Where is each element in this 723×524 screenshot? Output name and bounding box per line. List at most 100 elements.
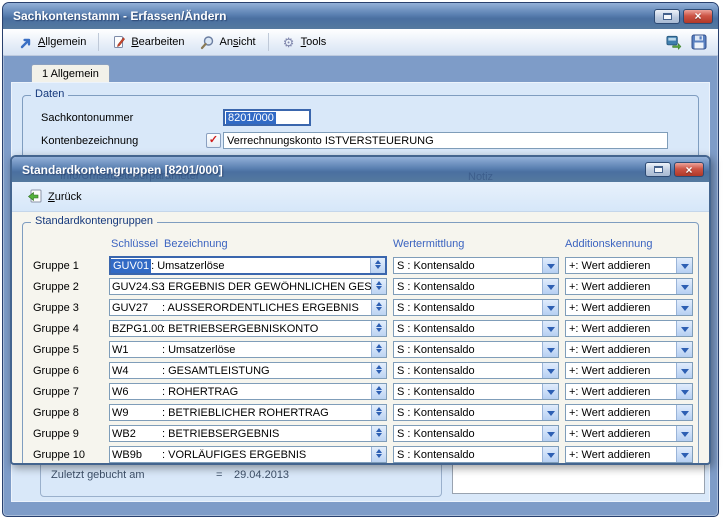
wertermittlung-dropdown[interactable]: S : Kontensaldo	[393, 278, 559, 295]
wertermittlung-dropdown[interactable]: S : Kontensaldo	[393, 362, 559, 379]
schluessel-bezeichnung-field[interactable]: W6 : ROHERTRAG	[109, 383, 387, 400]
additionskennung-dropdown[interactable]: +: Wert addieren	[565, 425, 693, 442]
dropdown-button[interactable]	[676, 426, 692, 441]
dropdown-button[interactable]	[676, 300, 692, 315]
schluessel-bezeichnung-field[interactable]: GUV24.S3 : ERGEBNIS DER GEWÖHNLICHEN GES	[109, 278, 387, 295]
modal-body: Standardkontengruppen Schlüssel Bezeichn…	[12, 212, 709, 465]
spinner-button[interactable]	[371, 342, 386, 357]
spinner-button[interactable]	[371, 363, 386, 378]
spinner-down-icon	[376, 454, 382, 461]
bezeichnung-value: : VORLÄUFIGES ERGEBNIS	[162, 449, 371, 461]
menu-item-ansicht[interactable]: Ansicht	[193, 32, 263, 52]
kontenbezeichnung-input[interactable]: Verrechnungskonto ISTVERSTEUERUNG	[223, 132, 668, 149]
wertermittlung-dropdown[interactable]: S : Kontensaldo	[393, 320, 559, 337]
menu-separator	[98, 33, 99, 51]
dropdown-button[interactable]	[676, 384, 692, 399]
dropdown-button[interactable]	[542, 321, 558, 336]
additionskennung-dropdown[interactable]: +: Wert addieren	[565, 446, 693, 463]
schluessel-bezeichnung-field[interactable]: W4 : GESAMTLEISTUNG	[109, 362, 387, 379]
main-titlebar[interactable]: Sachkontenstamm - Erfassen/Ändern ×	[3, 3, 718, 29]
dropdown-button[interactable]	[542, 300, 558, 315]
modal-restore-button[interactable]	[645, 162, 671, 177]
tab-allgemein[interactable]: 1 Allgemein	[31, 64, 110, 82]
dropdown-button[interactable]	[542, 279, 558, 294]
red-check-button[interactable]: ✓	[206, 133, 221, 148]
chevron-down-icon	[681, 411, 689, 420]
schluessel-bezeichnung-field[interactable]: W9 : BETRIEBLICHER ROHERTRAG	[109, 404, 387, 421]
bezeichnung-value: : Umsatzerlöse	[162, 344, 371, 356]
dropdown-button[interactable]	[676, 447, 692, 462]
additionskennung-dropdown[interactable]: +: Wert addieren	[565, 299, 693, 316]
zuletzt-gebucht-row: Zuletzt gebucht am = 29.04.2013	[51, 469, 433, 481]
schluessel-bezeichnung-field[interactable]: WB9b : VORLÄUFIGES ERGEBNIS	[109, 446, 387, 463]
sachkontonummer-input[interactable]: 8201/000	[223, 109, 311, 126]
spinner-up-icon	[375, 257, 381, 264]
spinner-up-icon	[376, 425, 382, 432]
modal-titlebar[interactable]: Standardkontengruppen [8201/000] ×	[12, 157, 709, 182]
wertermittlung-value: S : Kontensaldo	[397, 386, 475, 398]
spinner-button[interactable]	[371, 300, 386, 315]
schluessel-bezeichnung-field[interactable]: WB2 : BETRIEBSERGEBNIS	[109, 425, 387, 442]
modal-close-button[interactable]: ×	[674, 162, 704, 177]
spinner-button[interactable]	[371, 279, 386, 294]
save-icon[interactable]	[691, 34, 707, 50]
group-row: Gruppe 6 W4 : GESAMTLEISTUNG S : Kontens…	[33, 361, 690, 380]
dropdown-button[interactable]	[676, 363, 692, 378]
wertermittlung-dropdown[interactable]: S : Kontensaldo	[393, 446, 559, 463]
spinner-button[interactable]	[371, 321, 386, 336]
restore-button[interactable]	[654, 9, 680, 24]
additionskennung-value: +: Wert addieren	[569, 386, 650, 398]
dropdown-button[interactable]	[676, 321, 692, 336]
magnifier-icon	[200, 34, 216, 50]
additionskennung-dropdown[interactable]: +: Wert addieren	[565, 383, 693, 400]
additionskennung-dropdown[interactable]: +: Wert addieren	[565, 257, 693, 274]
additionskennung-dropdown[interactable]: +: Wert addieren	[565, 320, 693, 337]
spinner-button[interactable]	[371, 447, 386, 462]
close-button[interactable]: ×	[683, 9, 713, 24]
schluessel-value: W9	[110, 406, 162, 420]
dropdown-button[interactable]	[542, 384, 558, 399]
additionskennung-dropdown[interactable]: +: Wert addieren	[565, 362, 693, 379]
wertermittlung-dropdown[interactable]: S : Kontensaldo	[393, 383, 559, 400]
dropdown-button[interactable]	[542, 405, 558, 420]
wertermittlung-dropdown[interactable]: S : Kontensaldo	[393, 257, 559, 274]
dropdown-button[interactable]	[676, 258, 692, 273]
spinner-down-icon	[376, 412, 382, 419]
schluessel-bezeichnung-field[interactable]: GUV27 : AUSSERORDENTLICHES ERGEBNIS	[109, 299, 387, 316]
dropdown-button[interactable]	[542, 363, 558, 378]
dropdown-button[interactable]	[542, 426, 558, 441]
wertermittlung-dropdown[interactable]: S : Kontensaldo	[393, 341, 559, 358]
dropdown-button[interactable]	[542, 447, 558, 462]
schluessel-bezeichnung-field[interactable]: BZPG1.00 : BETRIEBSERGEBNISKONTO	[109, 320, 387, 337]
chevron-down-icon	[547, 369, 555, 378]
wertermittlung-value: S : Kontensaldo	[397, 344, 475, 356]
spinner-down-icon	[376, 349, 382, 356]
menu-item-label: Ansicht	[220, 36, 256, 48]
dropdown-button[interactable]	[542, 342, 558, 357]
menu-item-tools[interactable]: ⚙ Tools	[274, 32, 334, 52]
menu-item-bearbeiten[interactable]: Bearbeiten	[104, 32, 191, 52]
dropdown-button[interactable]	[676, 405, 692, 420]
chevron-down-icon	[681, 453, 689, 462]
menu-item-label: Tools	[301, 36, 327, 48]
menu-item-allgemein[interactable]: Allgemein	[11, 32, 93, 52]
dropdown-button[interactable]	[542, 258, 558, 273]
schluessel-bezeichnung-field[interactable]: GUV01 : Umsatzerlöse	[109, 256, 387, 275]
spinner-button[interactable]	[371, 426, 386, 441]
wertermittlung-dropdown[interactable]: S : Kontensaldo	[393, 299, 559, 316]
wertermittlung-dropdown[interactable]: S : Kontensaldo	[393, 425, 559, 442]
wertermittlung-dropdown[interactable]: S : Kontensaldo	[393, 404, 559, 421]
spinner-button[interactable]	[371, 384, 386, 399]
export-icon[interactable]	[666, 34, 682, 50]
sachkontonummer-label: Sachkontonummer	[41, 112, 206, 124]
additionskennung-dropdown[interactable]: +: Wert addieren	[565, 341, 693, 358]
back-button[interactable]: Zurück	[21, 187, 88, 207]
spinner-button[interactable]	[371, 405, 386, 420]
schluessel-bezeichnung-field[interactable]: W1 : Umsatzerlöse	[109, 341, 387, 358]
spinner-button[interactable]	[370, 258, 385, 273]
dropdown-button[interactable]	[676, 342, 692, 357]
additionskennung-dropdown[interactable]: +: Wert addieren	[565, 278, 693, 295]
dropdown-button[interactable]	[676, 279, 692, 294]
column-header-bezeichnung: Bezeichnung	[164, 238, 228, 250]
additionskennung-dropdown[interactable]: +: Wert addieren	[565, 404, 693, 421]
